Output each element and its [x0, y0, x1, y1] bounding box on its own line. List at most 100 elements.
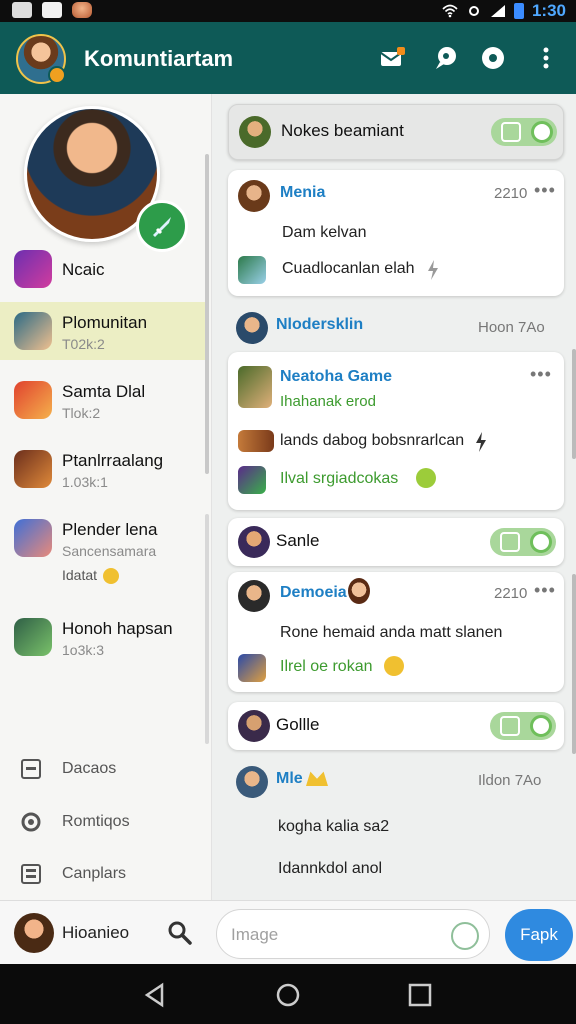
sender-name: Nlodersklin	[276, 316, 364, 333]
bolt-icon	[428, 260, 438, 280]
toggle-edit-icon	[500, 716, 520, 736]
header-avatar[interactable]	[16, 34, 66, 84]
sender-avatar	[236, 312, 268, 344]
mail-badge-icon	[380, 47, 405, 66]
sidebar: Ncaic Plomunitan T02k:2 Samta Dlal Tlok:…	[0, 94, 212, 900]
emoji-icon[interactable]	[451, 922, 479, 950]
status-time: 1:30	[531, 1, 566, 20]
message-text: Cuadlocanlan elah	[282, 260, 415, 277]
sender-name: Neatoha Game	[280, 368, 393, 385]
chat-scrollbar-lower[interactable]	[572, 574, 576, 754]
my-name: Hioanieo	[62, 923, 130, 942]
sidebar-scrollbar-lower[interactable]	[205, 514, 209, 744]
signal-icon	[490, 5, 505, 17]
send-button[interactable]: Fapk	[505, 909, 573, 961]
more-options-icon[interactable]: •••	[534, 580, 556, 601]
status-dot	[48, 66, 66, 84]
message-text: Ilrel oe rokan	[280, 658, 373, 675]
message-time: Hoon 7Ao	[478, 319, 545, 336]
game-subtitle: Ihahanak erod	[280, 393, 376, 410]
sender-name: Mle	[276, 770, 303, 787]
group-card-gollle[interactable]: Gollle	[228, 702, 564, 750]
status-bar: 1:30	[0, 0, 576, 22]
sidebar-item-label: Samta Dlal	[62, 382, 146, 401]
sidebar-item-ptanlrraalang[interactable]: Ptanlrraalang 1.03k:1	[0, 440, 206, 498]
sidebar-item-honoh-hapsan[interactable]: Honoh hapsan 1o3k:3	[0, 608, 206, 666]
more-vert-icon	[543, 47, 549, 69]
settings-ring-icon	[21, 812, 41, 832]
toggle-edit-icon	[500, 532, 520, 552]
sidebar-nav-dacaos[interactable]: Dacaos	[0, 750, 206, 790]
crown-icon	[306, 771, 328, 786]
game-cover	[238, 366, 272, 408]
message-card-menia[interactable]: Menia 2210 ••• Dam kelvan Cuadlocanlan e…	[228, 170, 564, 296]
mail-badge-button[interactable]	[376, 42, 408, 74]
battery-icon	[513, 3, 524, 19]
group-card-sanle[interactable]: Sanle	[228, 518, 564, 566]
sidebar-nav-label: Romtiqos	[62, 813, 130, 830]
sidebar-nav-canplars[interactable]: Canplars	[0, 855, 206, 895]
game-avatar	[14, 250, 52, 288]
wifi-icon	[442, 4, 458, 18]
sidebar-item-sub: Tlok:2	[62, 405, 101, 421]
search-icon[interactable]	[166, 919, 194, 947]
game-icon	[238, 466, 266, 494]
emoji-strip-icon	[238, 430, 274, 452]
sender-avatar	[236, 766, 268, 798]
group-avatar	[238, 710, 270, 742]
more-options-icon[interactable]: •••	[534, 180, 556, 201]
group-toggle[interactable]	[490, 712, 556, 740]
group-title: Gollle	[276, 715, 320, 734]
sidebar-item-ncaic[interactable]: Ncaic	[0, 240, 206, 298]
back-icon[interactable]	[142, 982, 168, 1008]
toggle-knob	[531, 121, 553, 143]
sidebar-item-plomunitan[interactable]: Plomunitan T02k:2	[0, 302, 206, 360]
group-toggle[interactable]	[491, 118, 557, 146]
sidebar-item-samta-dlal[interactable]: Samta Dlal Tlok:2	[0, 371, 206, 429]
notification-icon	[12, 2, 32, 18]
group-avatar	[239, 116, 271, 148]
message-text: kogha kalia sa2	[278, 818, 390, 835]
group-avatar	[238, 526, 270, 558]
sidebar-item-label: Plomunitan	[62, 313, 148, 332]
message-input[interactable]	[231, 922, 451, 948]
sidebar-item-sub: 1.03k:1	[62, 474, 108, 490]
message-text: Dam kelvan	[282, 224, 367, 241]
archive-icon	[21, 759, 41, 779]
group-card-nokes[interactable]: Nokes beamiant	[228, 104, 564, 160]
record-button[interactable]	[477, 42, 509, 74]
recents-icon[interactable]	[407, 982, 433, 1008]
system-nav-bar	[0, 964, 576, 1024]
sidebar-nav-romtiqos[interactable]: Romtiqos	[0, 803, 206, 843]
chat-scrollbar[interactable]	[572, 349, 576, 459]
sidebar-nav-label: Dacaos	[62, 760, 117, 777]
composer-bar: Hioanieo Fapk	[0, 900, 576, 964]
home-icon[interactable]	[275, 982, 301, 1008]
more-options-icon[interactable]: •••	[530, 364, 552, 385]
sidebar-item-label: Honoh hapsan	[62, 619, 173, 638]
my-avatar[interactable]	[14, 913, 54, 953]
settings-icon	[468, 6, 479, 16]
toggle-knob	[530, 531, 552, 553]
group-title: Nokes beamiant	[281, 121, 404, 140]
sidebar-item-label: Ncaic	[62, 260, 105, 279]
more-button[interactable]	[530, 42, 562, 74]
sidebar-item-label: Ptanlrraalang	[62, 451, 164, 470]
group-toggle[interactable]	[490, 528, 556, 556]
app-avatar-icon	[72, 2, 92, 18]
message-card-demoeia[interactable]: Demoeia 2210 ••• Rone hemaid anda matt s…	[228, 572, 564, 692]
calendar-icon	[21, 864, 41, 884]
sidebar-item-label: Plender lena	[62, 520, 158, 539]
sidebar-nav-label: Canplars	[62, 865, 127, 882]
message-time: Ildon 7Ao	[478, 772, 542, 789]
sidebar-item-plender-lena[interactable]: Plender lena Sancensamara Idatat	[0, 509, 206, 599]
game-avatar	[14, 381, 52, 419]
message-card-neatoha[interactable]: Neatoha Game Ihahanak erod ••• lands dab…	[228, 352, 564, 510]
group-title: Sanle	[276, 531, 320, 550]
sidebar-scrollbar[interactable]	[205, 154, 209, 474]
message-text: Rone hemaid anda matt slanen	[280, 624, 503, 641]
chat-button[interactable]	[430, 42, 462, 74]
message-time: 2210	[494, 185, 528, 202]
sender-name: Demoeia	[280, 584, 347, 601]
game-icon	[238, 256, 266, 284]
